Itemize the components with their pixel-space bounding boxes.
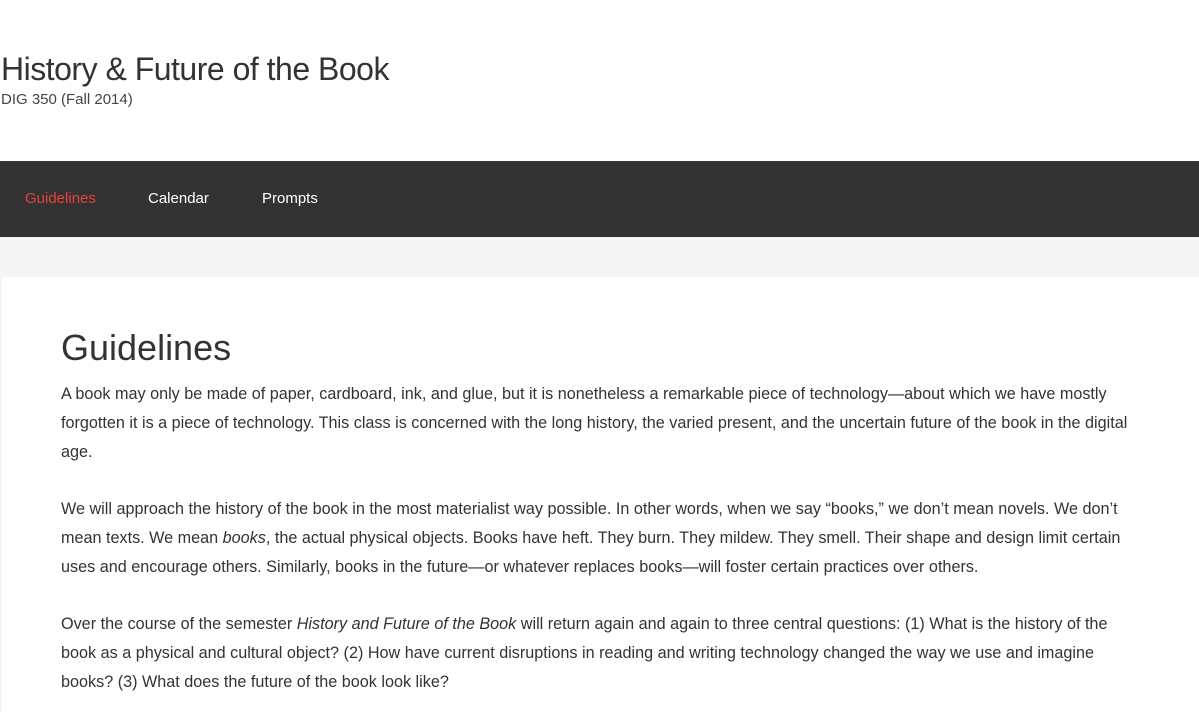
main-content: Guidelines A book may only be made of pa… — [2, 277, 1199, 713]
site-header: History & Future of the Book DIG 350 (Fa… — [0, 0, 1199, 161]
nav-item-guidelines[interactable]: Guidelines — [25, 161, 96, 237]
site-title[interactable]: History & Future of the Book — [1, 50, 389, 88]
nav-item-calendar[interactable]: Calendar — [148, 161, 209, 237]
emphasis-course-title: History and Future of the Book — [296, 615, 517, 633]
paragraph-questions-text-start: Over the course of the semester — [61, 615, 297, 633]
emphasis-books: books — [222, 529, 266, 547]
main-navigation: Guidelines Calendar Prompts — [0, 161, 1199, 237]
paragraph-materialist: We will approach the history of the book… — [61, 495, 1141, 582]
entry-body: A book may only be made of paper, cardbo… — [61, 380, 1141, 725]
nav-item-prompts[interactable]: Prompts — [262, 161, 318, 237]
paragraph-questions: Over the course of the semester History … — [61, 610, 1141, 697]
paragraph-intro-text: A book may only be made of paper, cardbo… — [61, 385, 1128, 461]
paragraph-intro: A book may only be made of paper, cardbo… — [61, 380, 1141, 467]
page-title: Guidelines — [61, 327, 232, 368]
site-tagline: DIG 350 (Fall 2014) — [1, 91, 133, 108]
